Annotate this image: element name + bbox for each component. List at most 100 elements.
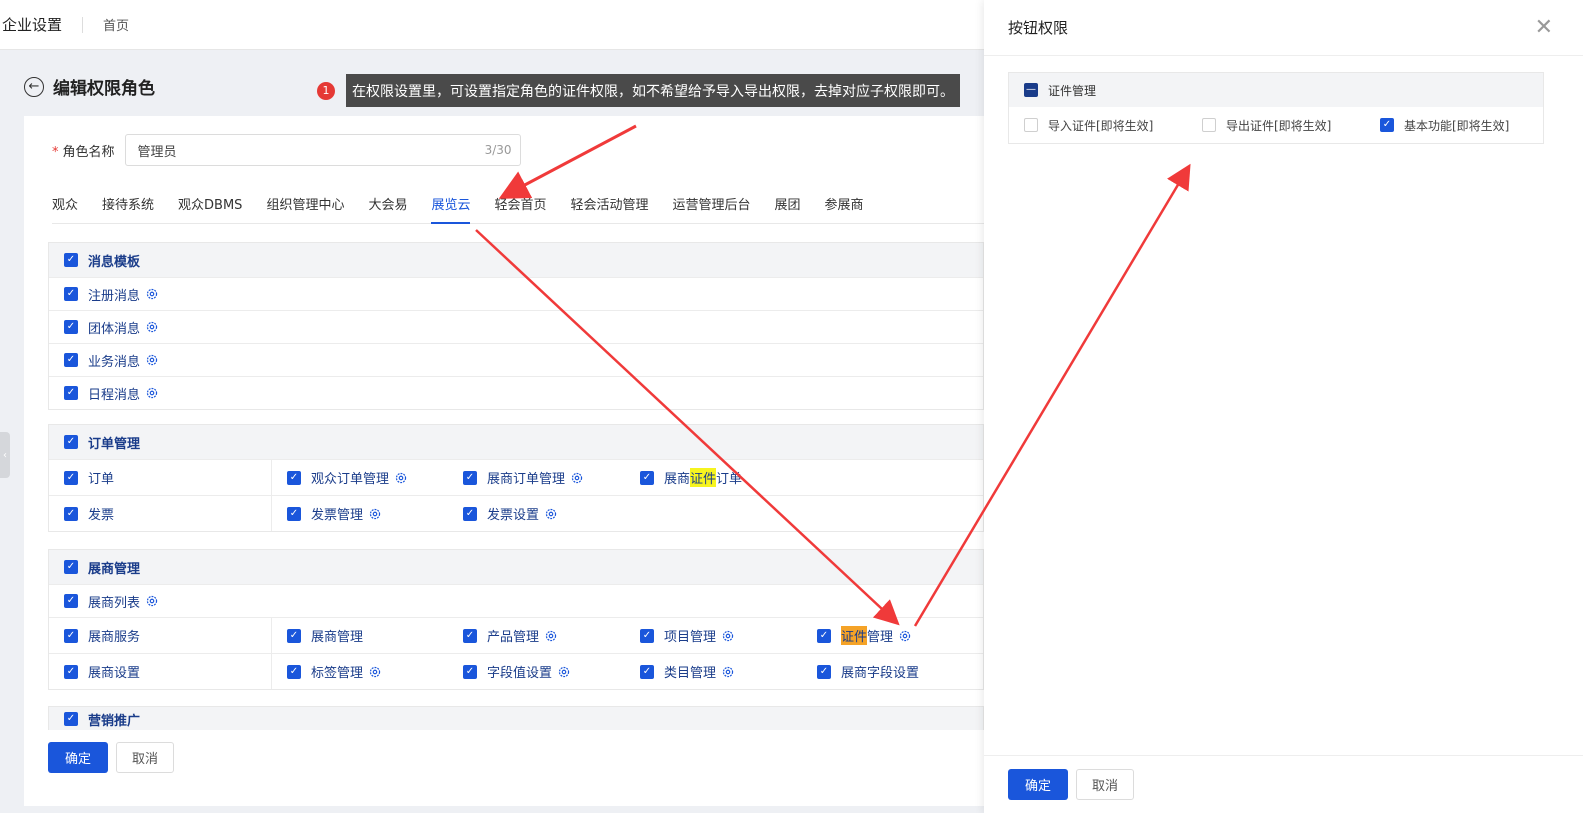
perm-label: 展商订单管理 [487, 472, 566, 487]
gear-icon[interactable] [557, 665, 571, 679]
drawer-title: 按钮权限 [1008, 19, 1069, 37]
section-header[interactable]: ✓ 营销推广 [49, 707, 983, 730]
gear-icon[interactable] [544, 629, 558, 643]
tooltip-step-badge: 1 [317, 81, 335, 100]
home-link[interactable]: 首页 [103, 15, 129, 34]
checkbox-checked-icon[interactable]: ✓ [64, 712, 78, 726]
highlighted-keyword: 证件 [841, 626, 868, 645]
perm-label: 发票管理 [311, 508, 364, 523]
perm-label: 展商字段设置 [841, 666, 920, 681]
tab-qinghui-events[interactable]: 轻会活动管理 [571, 194, 649, 224]
checkbox-checked-icon[interactable]: ✓ [64, 386, 78, 400]
back-arrow-icon[interactable]: ← [24, 76, 44, 97]
table-row: ✓ 业务消息 [49, 343, 983, 376]
checkbox-checked-icon[interactable]: ✓ [64, 435, 78, 449]
gear-icon[interactable] [145, 287, 159, 301]
gear-icon[interactable] [145, 320, 159, 334]
perm-label: 订单 [88, 472, 115, 487]
section-exhibitor-management: ✓ 展商管理 ✓ 展商列表 ✓ 展商服务 ✓ 展商管理 ✓ 产品管理 ✓ 项目管理 ✓ 证件管… [48, 549, 984, 690]
checkbox-checked-icon[interactable]: ✓ [817, 664, 831, 679]
gear-icon[interactable] [721, 665, 735, 679]
perm-item-import[interactable]: 导入证件[即将生效] [1009, 117, 1187, 134]
checkbox-checked-icon[interactable]: ✓ [640, 470, 654, 485]
checkbox-checked-icon[interactable]: ✓ [640, 628, 654, 643]
confirm-button[interactable]: 确定 [48, 742, 108, 773]
perm-label: 展商设置 [88, 666, 141, 681]
checkbox-checked-icon[interactable]: ✓ [64, 628, 78, 643]
tab-exhibitors[interactable]: 参展商 [825, 194, 864, 224]
table-row: ✓ 展商列表 [49, 584, 983, 617]
checkbox-checked-icon[interactable]: ✓ [287, 470, 301, 485]
gear-icon[interactable] [368, 665, 382, 679]
checkbox-checked-icon[interactable]: ✓ [640, 664, 654, 679]
section-header[interactable]: ✓ 展商管理 [49, 550, 983, 584]
perm-label: 展商管理 [311, 630, 364, 645]
checkbox-checked-icon[interactable]: ✓ [64, 287, 78, 301]
gear-icon[interactable] [368, 507, 382, 521]
checkbox-checked-icon[interactable]: ✓ [64, 253, 78, 267]
gear-icon[interactable] [145, 594, 159, 608]
gear-icon[interactable] [544, 507, 558, 521]
cancel-button[interactable]: 取消 [116, 742, 174, 773]
drawer-confirm-button[interactable]: 确定 [1008, 769, 1068, 800]
sidebar-collapse-handle[interactable]: ‹ [0, 432, 10, 478]
checkbox-checked-icon[interactable]: ✓ [64, 320, 78, 334]
perm-item-export[interactable]: 导出证件[即将生效] [1187, 117, 1365, 134]
table-row: ✓ 注册消息 [49, 277, 983, 310]
checkbox-checked-icon[interactable]: ✓ [64, 560, 78, 574]
checkbox-indeterminate-icon[interactable]: — [1024, 83, 1038, 97]
checkbox-checked-icon[interactable]: ✓ [463, 664, 477, 679]
tab-org-center[interactable]: 组织管理中心 [266, 194, 344, 224]
tab-reception[interactable]: 接待系统 [102, 194, 154, 224]
checkbox-checked-icon[interactable]: ✓ [463, 506, 477, 521]
perm-label-suffix: 管理 [867, 630, 894, 645]
drawer-header: 按钮权限 ✕ [984, 0, 1583, 56]
tab-dahuiyi[interactable]: 大会易 [368, 194, 407, 224]
section-header[interactable]: ✓ 订单管理 [49, 425, 983, 459]
highlighted-keyword: 证件 [690, 468, 717, 487]
gear-icon[interactable] [145, 353, 159, 367]
tab-exhibition-cloud[interactable]: 展览云 [431, 194, 471, 224]
section-title: 展商管理 [88, 561, 141, 577]
gear-icon[interactable] [145, 386, 159, 400]
checkbox-checked-icon[interactable]: ✓ [64, 506, 78, 521]
section-order-management: ✓ 订单管理 ✓ 订单 ✓ 观众订单管理 ✓ 展商订单管理 ✓ 展商 证件 订单 ✓ 发票 ✓ 发… [48, 424, 984, 532]
role-name-input[interactable]: 管理员 3/30 [124, 134, 521, 166]
checkbox-checked-icon[interactable]: ✓ [64, 664, 78, 679]
checkbox-checked-icon[interactable]: ✓ [287, 506, 301, 521]
checkbox-checked-icon[interactable]: ✓ [463, 628, 477, 643]
tab-audience[interactable]: 观众 [52, 194, 78, 224]
checkbox-checked-icon[interactable]: ✓ [463, 470, 477, 485]
tab-audience-dbms[interactable]: 观众DBMS [178, 194, 242, 224]
perm-label: 发票 [88, 508, 115, 523]
drawer-cancel-button[interactable]: 取消 [1076, 769, 1134, 800]
checkbox-unchecked-icon[interactable] [1024, 118, 1038, 132]
close-icon[interactable]: ✕ [1535, 16, 1553, 39]
gear-icon[interactable] [570, 471, 584, 485]
tab-ops-admin[interactable]: 运营管理后台 [673, 194, 751, 224]
perm-label: 字段值设置 [487, 666, 553, 681]
gear-icon[interactable] [394, 471, 408, 485]
checkbox-unchecked-icon[interactable] [1202, 118, 1216, 132]
group-header[interactable]: — 证件管理 [1009, 73, 1543, 107]
section-marketing: ✓ 营销推广 [48, 706, 984, 730]
tab-qinghui-home[interactable]: 轻会首页 [494, 194, 546, 224]
checkbox-checked-icon[interactable]: ✓ [1380, 118, 1394, 132]
enterprise-settings-title: 企业设置 [2, 16, 63, 34]
gear-icon[interactable] [721, 629, 735, 643]
certificate-settings-gear-icon[interactable] [898, 629, 912, 643]
checkbox-checked-icon[interactable]: ✓ [817, 628, 831, 643]
checkbox-checked-icon[interactable]: ✓ [64, 353, 78, 367]
section-title: 订单管理 [88, 436, 141, 452]
section-header[interactable]: ✓ 消息模板 [49, 243, 983, 277]
tab-delegation[interactable]: 展团 [775, 194, 801, 224]
permission-row: 导入证件[即将生效] 导出证件[即将生效] ✓ 基本功能[即将生效] [1009, 107, 1543, 143]
checkbox-checked-icon[interactable]: ✓ [287, 664, 301, 679]
group-title: 证件管理 [1048, 83, 1097, 98]
perm-label: 导入证件[即将生效] [1048, 118, 1154, 133]
checkbox-checked-icon[interactable]: ✓ [64, 594, 78, 608]
module-tabs: 观众 接待系统 观众DBMS 组织管理中心 大会易 展览云 轻会首页 轻会活动管… [52, 194, 984, 224]
checkbox-checked-icon[interactable]: ✓ [287, 628, 301, 643]
checkbox-checked-icon[interactable]: ✓ [64, 470, 78, 485]
perm-item-basic[interactable]: ✓ 基本功能[即将生效] [1365, 117, 1543, 134]
